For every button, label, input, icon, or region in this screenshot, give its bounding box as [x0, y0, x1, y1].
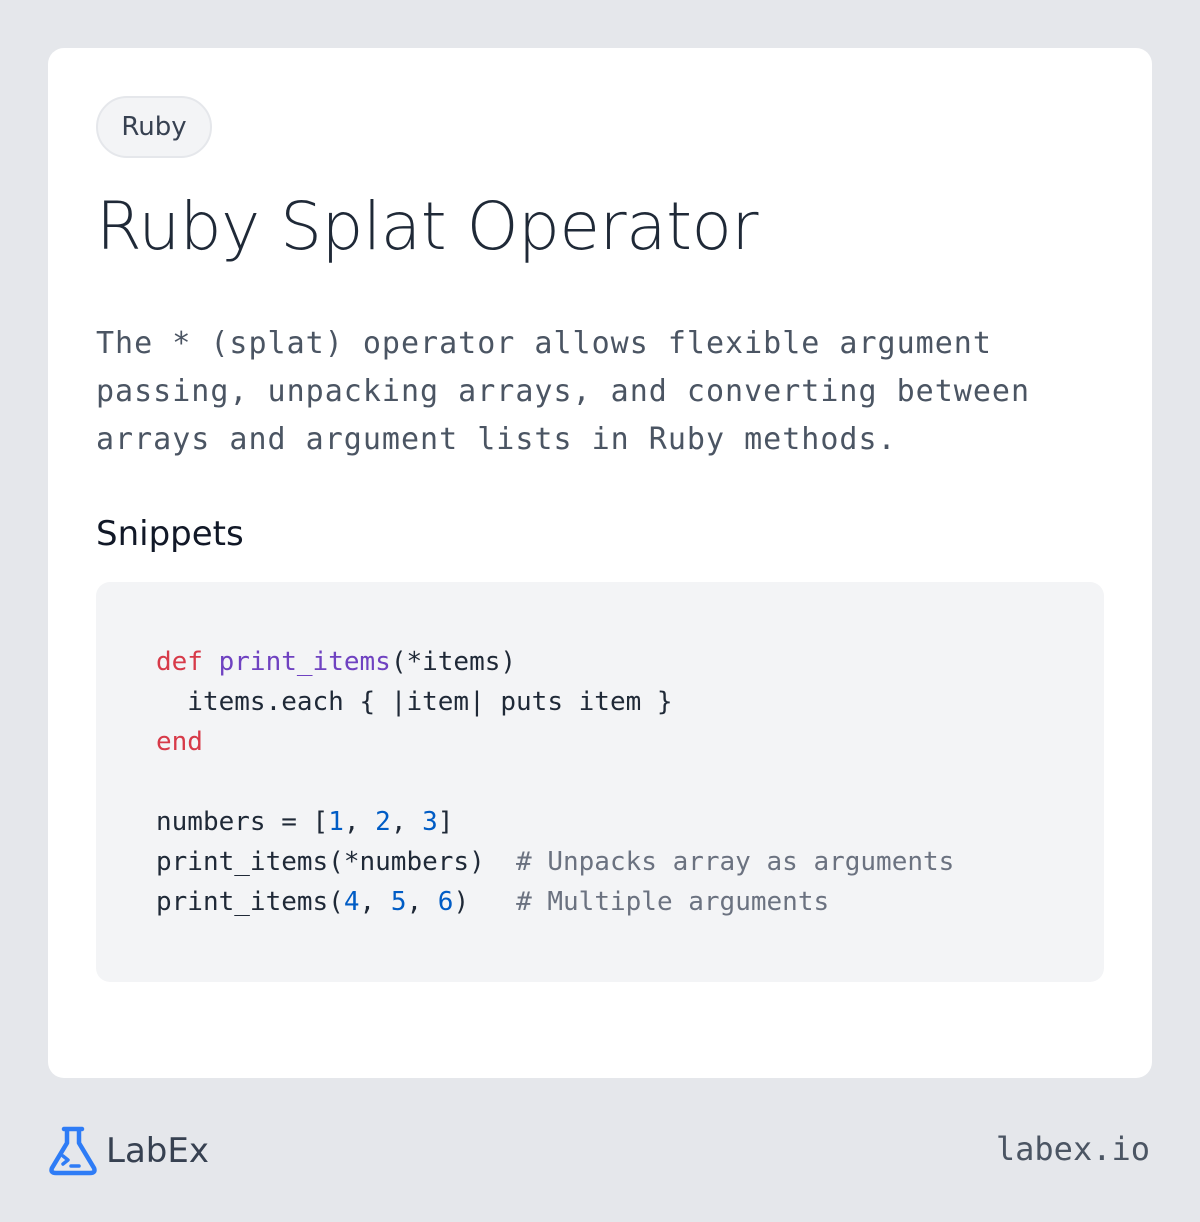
code-token: ) [453, 887, 517, 917]
content-card: Ruby Ruby Splat Operator The * (splat) o… [48, 48, 1152, 1078]
code-token: , [343, 807, 376, 837]
code-number: 3 [422, 807, 438, 837]
code-keyword: def [156, 647, 203, 677]
code-comment: # Unpacks array as arguments [516, 847, 955, 877]
page-title: Ruby Splat Operator [96, 188, 759, 265]
code-token: numbers = [ [156, 807, 329, 837]
snippets-heading: Snippets [96, 514, 244, 554]
logo-text: LabEx [106, 1131, 209, 1171]
language-tag[interactable]: Ruby [96, 96, 212, 158]
code-token: print_items(*numbers) [156, 847, 517, 877]
site-url[interactable]: labex.io [996, 1130, 1150, 1168]
code-function: print_items [218, 647, 391, 677]
description: The * (splat) operator allows flexible a… [96, 326, 1031, 457]
code-token: items.each { |item| puts item } [156, 687, 673, 717]
code-number: 1 [328, 807, 344, 837]
code-number: 2 [375, 807, 391, 837]
flask-icon [49, 1126, 97, 1176]
code-line: numbers = [1, 2, 3] [156, 802, 1044, 842]
code-line: print_items(4, 5, 6) # Multiple argument… [156, 882, 1044, 922]
code-token: , [359, 887, 391, 917]
code-token: , [390, 807, 423, 837]
code-token: ] [437, 807, 454, 837]
labex-logo[interactable]: LabEx [48, 1126, 209, 1176]
code-line: end [156, 722, 1044, 762]
code-number: 6 [437, 887, 454, 917]
code-token: , [406, 887, 438, 917]
code-keyword: end [156, 727, 203, 757]
code-token: print_items( [156, 887, 344, 917]
code-snippet: def print_items(*items) items.each { |it… [96, 582, 1104, 982]
code-line: def print_items(*items) [156, 642, 1044, 682]
code-comment: # Multiple arguments [516, 887, 830, 917]
code-line: print_items(*numbers) # Unpacks array as… [156, 842, 1044, 882]
code-token: (*items) [390, 647, 517, 677]
code-number: 4 [343, 887, 360, 917]
code-number: 5 [390, 887, 407, 917]
code-line: items.each { |item| puts item } [156, 682, 1044, 722]
